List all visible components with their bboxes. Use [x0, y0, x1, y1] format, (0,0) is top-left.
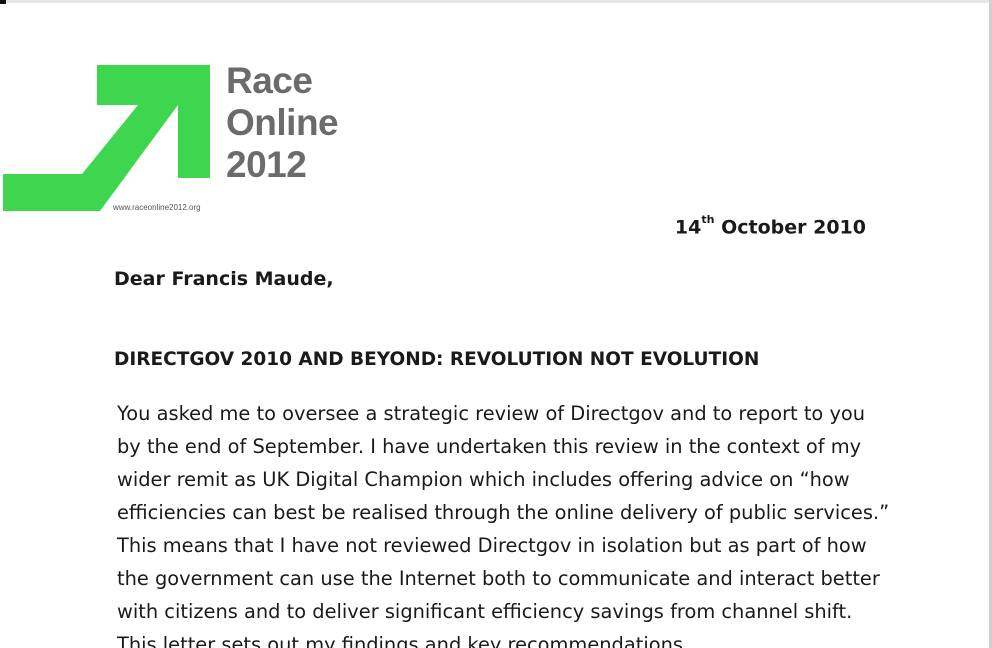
body-line: the government can use the Internet both… — [117, 567, 880, 590]
body-line: This letter sets out my findings and key… — [117, 633, 690, 648]
logo-line-3: 2012 — [226, 144, 307, 185]
body-line: efficiencies can best be realised throug… — [117, 501, 890, 524]
letter-date: 14th October 2010 — [674, 213, 866, 239]
body-line: with citizens and to deliver significant… — [117, 600, 853, 623]
body-line: by the end of September. I have undertak… — [117, 435, 862, 458]
letter-heading: DIRECTGOV 2010 AND BEYOND: REVOLUTION NO… — [114, 349, 760, 370]
scan-top-edge — [0, 0, 992, 4]
date-month-year: October 2010 — [714, 216, 866, 239]
body-line: wider remit as UK Digital Champion which… — [117, 468, 850, 491]
body-line: You asked me to oversee a strategic revi… — [117, 402, 866, 425]
letter-body: You asked me to oversee a strategic revi… — [117, 397, 917, 648]
logo-wordmark: Race Online 2012 — [226, 60, 339, 186]
salutation: Dear Francis Maude, — [114, 268, 334, 290]
logo-line-1: Race — [226, 60, 313, 101]
letter-page: Race Online 2012 www.raceonline2012.org … — [0, 0, 992, 648]
date-suffix: th — [701, 213, 715, 226]
logo-line-2: Online — [226, 102, 339, 143]
body-line: This means that I have not reviewed Dire… — [117, 534, 867, 557]
date-day: 14 — [674, 216, 702, 239]
logo-url: www.raceonline2012.org — [113, 203, 201, 212]
race-online-arrow-logo — [3, 65, 210, 211]
